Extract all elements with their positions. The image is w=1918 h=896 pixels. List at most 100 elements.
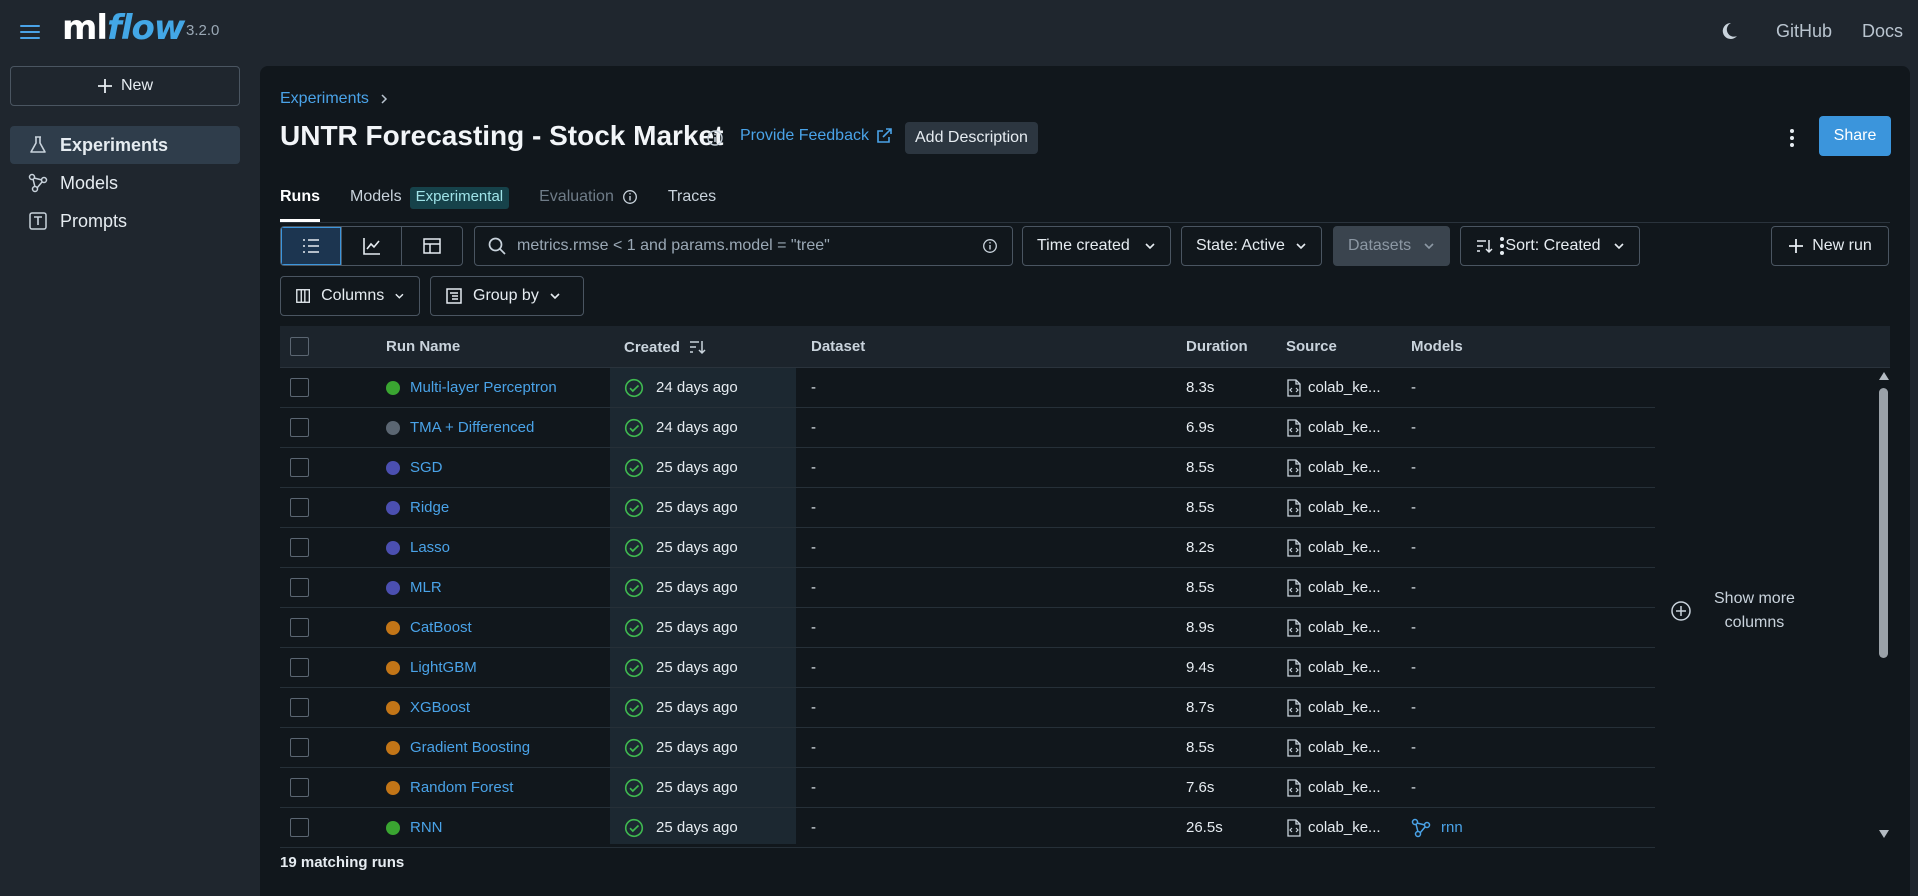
dataset-cell: - [811, 579, 816, 596]
chevron-down-icon [1614, 243, 1624, 250]
table-view-button[interactable] [402, 227, 462, 265]
source-cell: colab_ke... [1286, 688, 1381, 727]
state-dropdown[interactable]: State: Active [1181, 226, 1322, 266]
table-scrollbar[interactable] [1876, 368, 1890, 844]
table-row[interactable]: TMA + Differenced 24 days ago - 6.9s colab_k… [280, 408, 1655, 448]
github-link[interactable]: GitHub [1776, 21, 1832, 42]
add-description-button[interactable]: Add Description [905, 122, 1038, 154]
info-icon[interactable] [982, 238, 998, 254]
provide-feedback-link[interactable]: Provide Feedback [740, 127, 893, 145]
sidebar-item-prompts[interactable]: Prompts [10, 202, 240, 240]
show-more-columns-button[interactable]: Show more columns [1670, 581, 1890, 641]
sidebar-item-label: Experiments [60, 134, 169, 155]
row-checkbox[interactable] [290, 778, 309, 797]
column-header-dataset[interactable]: Dataset [811, 338, 865, 355]
theme-toggle-moon-icon[interactable] [1716, 20, 1740, 44]
created-cell: 25 days ago [624, 568, 738, 607]
menu-icon[interactable] [18, 20, 42, 44]
datasets-dropdown[interactable]: Datasets [1333, 226, 1450, 266]
run-name-link[interactable]: RNN [410, 819, 443, 836]
row-checkbox[interactable] [290, 378, 309, 397]
run-name-link[interactable]: CatBoost [410, 619, 472, 636]
run-name-link[interactable]: LightGBM [410, 659, 477, 676]
run-name-link[interactable]: SGD [410, 459, 443, 476]
run-name-link[interactable]: Multi-layer Perceptron [410, 379, 557, 396]
table-row[interactable]: Ridge 25 days ago - 8.5s colab_ke... - [280, 488, 1655, 528]
columns-dropdown[interactable]: Columns [280, 276, 420, 316]
experimental-badge: Experimental [409, 187, 510, 209]
row-checkbox[interactable] [290, 618, 309, 637]
list-view-button[interactable] [281, 227, 342, 265]
toolbar-more-options-icon[interactable] [1490, 232, 1514, 260]
table-row[interactable]: LightGBM 25 days ago - 9.4s colab_ke... - [280, 648, 1655, 688]
mlflow-logo[interactable]: mlflow [62, 8, 185, 48]
sidebar-item-experiments[interactable]: Experiments [10, 126, 240, 164]
table-row[interactable]: Multi-layer Perceptron 24 days ago - 8.3s co… [280, 368, 1655, 408]
run-name-link[interactable]: Ridge [410, 499, 449, 516]
select-all-checkbox[interactable] [290, 337, 309, 356]
tab-models[interactable]: Models Experimental [350, 187, 510, 222]
search-input[interactable] [517, 237, 972, 255]
row-checkbox[interactable] [290, 458, 309, 477]
column-header-models[interactable]: Models [1411, 338, 1463, 355]
source-text: colab_ke... [1308, 619, 1381, 636]
scrollbar-thumb[interactable] [1879, 388, 1888, 658]
tab-traces[interactable]: Traces [668, 188, 716, 222]
dataset-cell: - [811, 539, 816, 556]
chevron-down-icon [1424, 243, 1434, 250]
check-circle-icon [624, 378, 644, 397]
row-checkbox[interactable] [290, 738, 309, 757]
table-row[interactable]: SGD 25 days ago - 8.5s colab_ke... - [280, 448, 1655, 488]
chart-view-button[interactable] [342, 227, 403, 265]
row-checkbox[interactable] [290, 538, 309, 557]
new-button[interactable]: New [10, 66, 240, 106]
table-row[interactable]: Lasso 25 days ago - 8.2s colab_ke... - [280, 528, 1655, 568]
group-by-dropdown[interactable]: Group by [430, 276, 584, 316]
sort-dropdown[interactable]: Sort: Created [1460, 226, 1640, 266]
run-name-cell: MLR [386, 568, 442, 607]
run-name-cell: Multi-layer Perceptron [386, 368, 557, 407]
column-header-run-name[interactable]: Run Name [386, 338, 460, 355]
sidebar-item-models[interactable]: Models [10, 164, 240, 202]
more-options-icon[interactable] [1780, 124, 1804, 152]
list-icon [302, 239, 319, 253]
row-checkbox[interactable] [290, 578, 309, 597]
row-checkbox[interactable] [290, 498, 309, 517]
run-name-link[interactable]: Random Forest [410, 779, 513, 796]
info-icon[interactable] [706, 129, 724, 147]
run-name-link[interactable]: XGBoost [410, 699, 470, 716]
table-row[interactable]: Random Forest 25 days ago - 7.6s colab_ke...… [280, 768, 1655, 808]
run-name-link[interactable]: MLR [410, 579, 442, 596]
source-text: colab_ke... [1308, 459, 1381, 476]
model-link[interactable]: rnn [1411, 818, 1463, 838]
tab-runs[interactable]: Runs [280, 188, 320, 222]
docs-link[interactable]: Docs [1862, 21, 1903, 42]
run-name-link[interactable]: Lasso [410, 539, 450, 556]
column-header-created[interactable]: Created [624, 338, 706, 356]
scroll-down-arrow-icon[interactable] [1879, 830, 1889, 838]
scroll-up-arrow-icon[interactable] [1879, 372, 1889, 380]
page-title: UNTR Forecasting - Stock Market [280, 120, 724, 151]
run-name-link[interactable]: TMA + Differenced [410, 419, 534, 436]
table-row[interactable]: XGBoost 25 days ago - 8.7s colab_ke... - [280, 688, 1655, 728]
source-text: colab_ke... [1308, 579, 1381, 596]
run-name-link[interactable]: Gradient Boosting [410, 739, 530, 756]
column-header-duration[interactable]: Duration [1186, 338, 1248, 355]
column-header-source[interactable]: Source [1286, 338, 1337, 355]
time-created-dropdown[interactable]: Time created [1022, 226, 1171, 266]
share-button[interactable]: Share [1819, 116, 1891, 156]
table-row[interactable]: MLR 25 days ago - 8.5s colab_ke... - [280, 568, 1655, 608]
table-row[interactable]: CatBoost 25 days ago - 8.9s colab_ke... - [280, 608, 1655, 648]
tab-label: Traces [667, 188, 717, 205]
check-circle-icon [624, 578, 644, 597]
row-checkbox[interactable] [290, 698, 309, 717]
table-row[interactable]: Gradient Boosting 25 days ago - 8.5s colab_k… [280, 728, 1655, 768]
new-run-button[interactable]: New run [1771, 226, 1889, 266]
breadcrumb-experiments-link[interactable]: Experiments [280, 90, 369, 108]
row-checkbox[interactable] [290, 658, 309, 677]
row-checkbox[interactable] [290, 418, 309, 437]
tab-evaluation[interactable]: Evaluation [539, 188, 638, 222]
models-cell: - [1411, 539, 1416, 556]
row-checkbox[interactable] [290, 818, 309, 837]
table-row[interactable]: RNN 25 days ago - 26.5s colab_ke... rnn [280, 808, 1655, 848]
